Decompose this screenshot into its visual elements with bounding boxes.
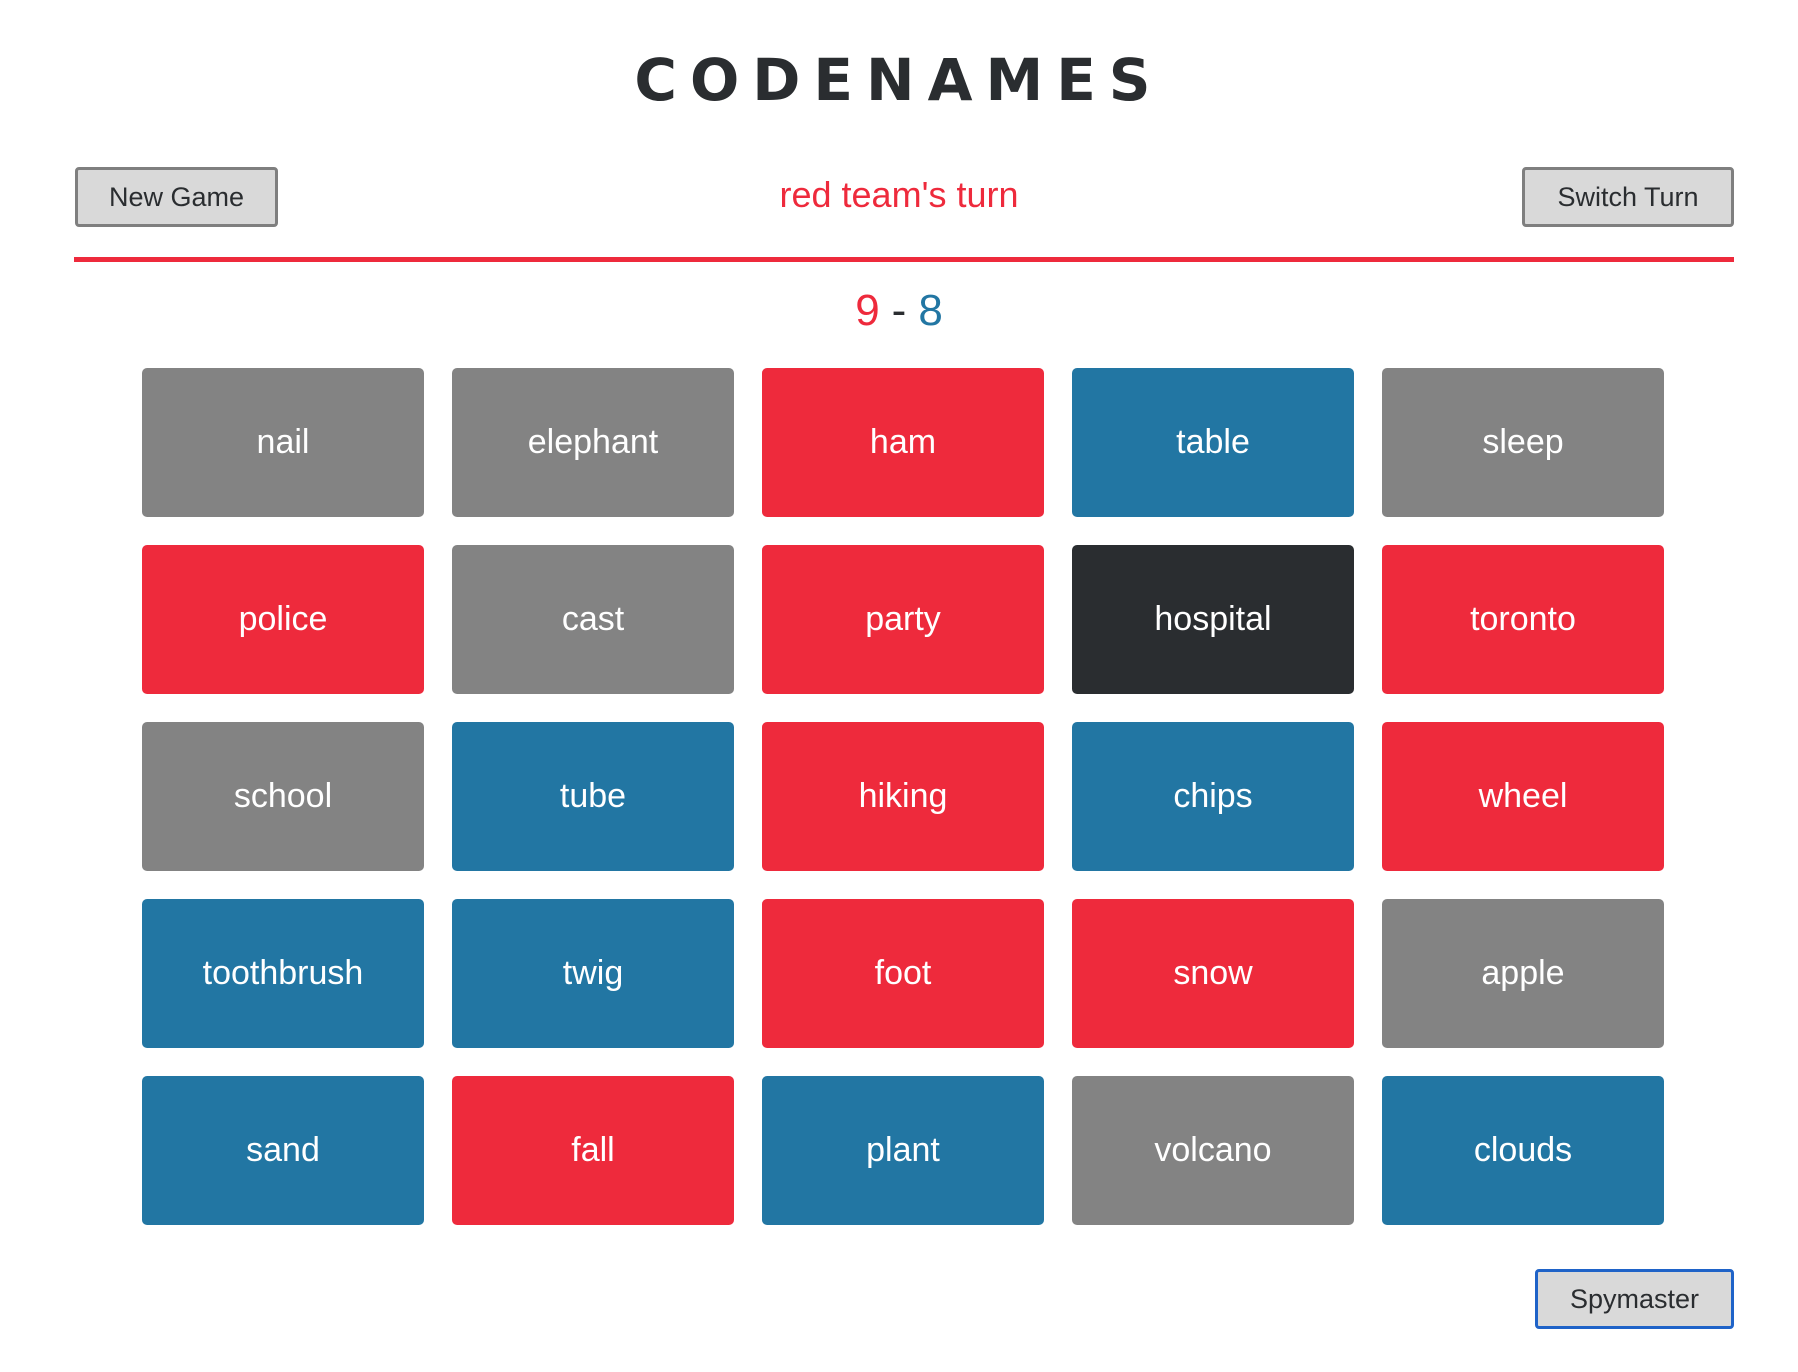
word-card[interactable]: elephant [452, 368, 734, 517]
word-card[interactable]: apple [1382, 899, 1664, 1048]
word-card[interactable]: nail [142, 368, 424, 517]
word-card[interactable]: hiking [762, 722, 1044, 871]
word-card[interactable]: school [142, 722, 424, 871]
word-card[interactable]: tube [452, 722, 734, 871]
word-card[interactable]: table [1072, 368, 1354, 517]
word-card[interactable]: party [762, 545, 1044, 694]
word-card[interactable]: fall [452, 1076, 734, 1225]
word-card[interactable]: toronto [1382, 545, 1664, 694]
word-card[interactable]: snow [1072, 899, 1354, 1048]
card-board: nail elephant ham table sleep police cas… [142, 368, 1667, 1225]
word-card[interactable]: sand [142, 1076, 424, 1225]
switch-turn-button[interactable]: Switch Turn [1522, 167, 1734, 227]
turn-divider [74, 257, 1734, 262]
red-score: 9 [855, 286, 880, 335]
word-card[interactable]: foot [762, 899, 1044, 1048]
score-separator: - [891, 286, 907, 335]
word-card[interactable]: police [142, 545, 424, 694]
score-display: 9-8 [0, 281, 1798, 341]
page-title: CODENAMES [634, 46, 1164, 114]
word-card[interactable]: volcano [1072, 1076, 1354, 1225]
word-card[interactable]: toothbrush [142, 899, 424, 1048]
word-card[interactable]: hospital [1072, 545, 1354, 694]
word-card[interactable]: wheel [1382, 722, 1664, 871]
word-card[interactable]: cast [452, 545, 734, 694]
word-card[interactable]: plant [762, 1076, 1044, 1225]
word-card[interactable]: sleep [1382, 368, 1664, 517]
word-card[interactable]: twig [452, 899, 734, 1048]
blue-score: 8 [918, 286, 943, 335]
word-card[interactable]: clouds [1382, 1076, 1664, 1225]
spymaster-button[interactable]: Spymaster [1535, 1269, 1734, 1329]
word-card[interactable]: chips [1072, 722, 1354, 871]
word-card[interactable]: ham [762, 368, 1044, 517]
